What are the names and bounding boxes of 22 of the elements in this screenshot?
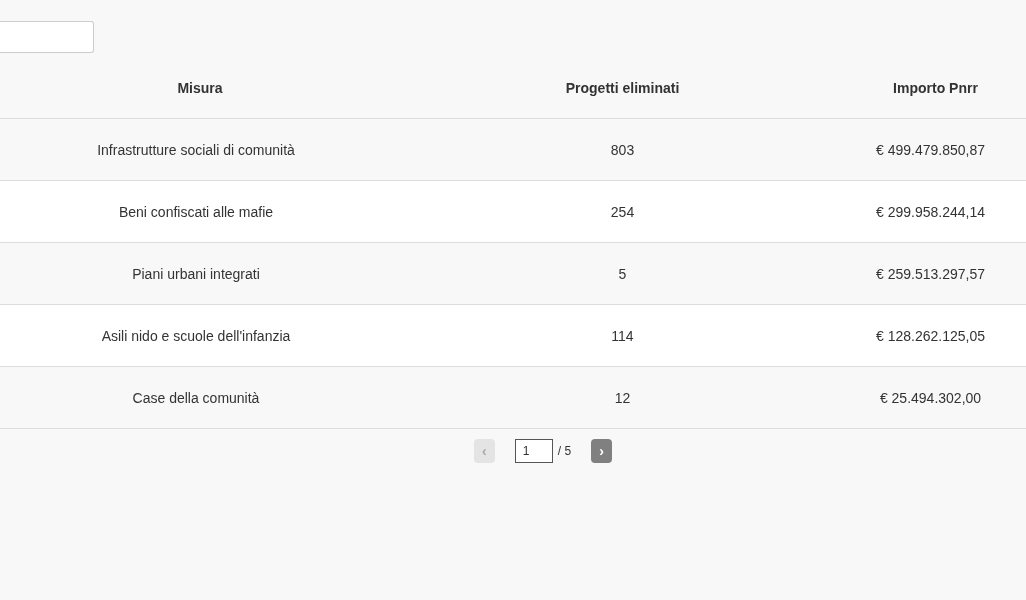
table-cell-text: Piani urbani integrati xyxy=(132,264,260,284)
table-cell-text: € 259.513.297,57 xyxy=(876,264,985,284)
table-cell-text: Case della comunità xyxy=(132,388,260,408)
search-field[interactable] xyxy=(0,21,94,53)
table-cell-text: € 128.262.125,05 xyxy=(876,326,985,346)
table-cell-text: € 499.479.850,87 xyxy=(876,140,985,160)
table-cell-text: 803 xyxy=(610,140,635,160)
table-cell-text: Beni confiscati alle mafie xyxy=(118,202,274,222)
table-cell-text: € 25.494.302,00 xyxy=(879,388,982,408)
column-header: Importo Pnrr xyxy=(893,78,978,98)
table-cell-text: Infrastrutture sociali di comunità xyxy=(97,140,295,160)
column-header: Misura xyxy=(177,78,223,98)
table-cell-text: 5 xyxy=(618,264,627,284)
next-page-button[interactable]: › xyxy=(591,439,613,463)
page-number-field[interactable]: 1 xyxy=(514,439,553,463)
page-total: / 5 xyxy=(557,443,572,459)
table-cell-text: 114 xyxy=(611,326,634,346)
table-cell-text: Asili nido e scuole dell'infanzia xyxy=(101,326,291,346)
table-cell-text: 12 xyxy=(614,388,631,408)
table-cell-text: 254 xyxy=(610,202,635,222)
column-header: Progetti eliminati xyxy=(565,78,680,98)
table-cell-text: € 299.958.244,14 xyxy=(876,202,985,222)
